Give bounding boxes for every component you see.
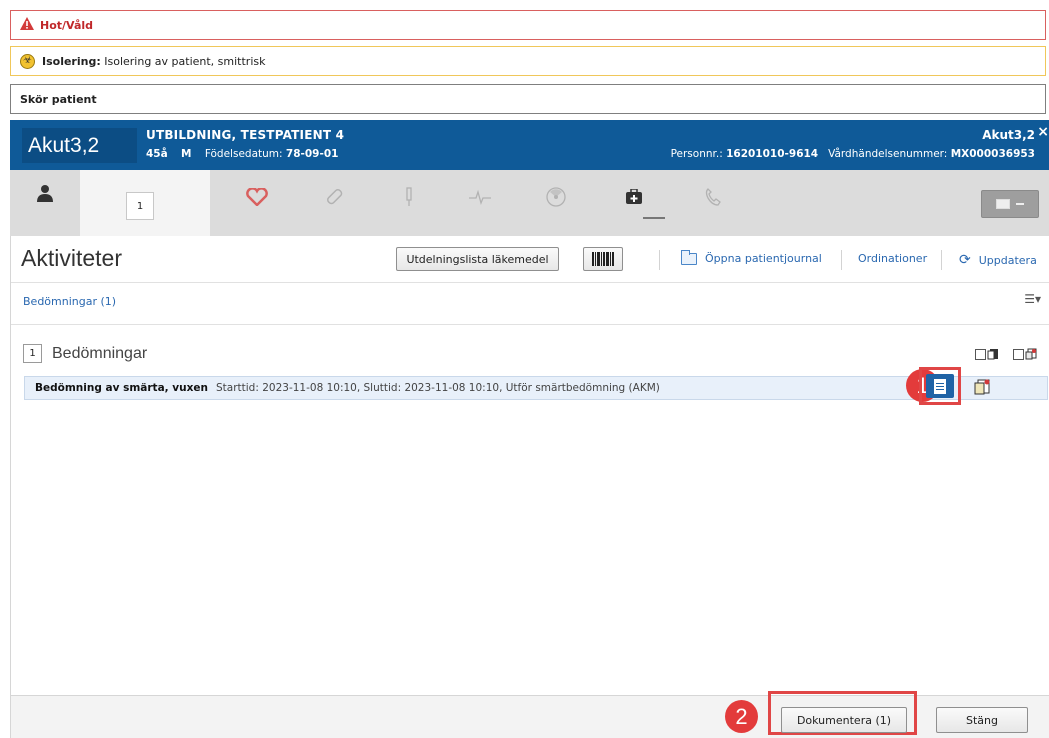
ordinationer-link[interactable]: Ordinationer [858, 252, 927, 265]
uppdatera-link[interactable]: ⟳ Uppdatera [959, 252, 1037, 268]
select-all-documents[interactable] [975, 348, 999, 360]
checkbox[interactable] [975, 348, 986, 360]
tray-icon [996, 199, 1010, 209]
page-title: Aktiviteter [21, 245, 122, 271]
biohazard-icon: ☣ [20, 53, 35, 69]
document-stack-icon [987, 349, 998, 360]
alert-isolering[interactable]: ☣ Isolering: Isolering av patient, smitt… [10, 46, 1046, 76]
divider [11, 282, 1049, 283]
group-label: Bedömningar [52, 344, 148, 362]
tab-aktiviteter[interactable]: 1 [80, 170, 210, 236]
activity-row[interactable]: Bedömning av smärta, vuxen Starttid: 202… [24, 376, 1048, 400]
unit-right: Akut3,2 [982, 128, 1035, 142]
patient-sex: M [181, 148, 192, 160]
select-all-copies[interactable] [1013, 348, 1037, 360]
patient-age: 45å [146, 148, 168, 160]
alert-skor-patient[interactable]: Skör patient [10, 84, 1046, 114]
unit-box: Akut3,2 [22, 128, 137, 163]
medkit-icon[interactable] [619, 182, 649, 212]
utdelningslista-button[interactable]: Utdelningslista läkemedel [396, 247, 559, 271]
group-header: 1 Bedömningar [23, 344, 147, 363]
folder-icon [681, 249, 697, 265]
document-activity-button[interactable] [926, 374, 954, 398]
alert-iso-text: Isolering av patient, smittrisk [104, 54, 266, 68]
close-icon[interactable]: × [1037, 124, 1049, 140]
patient-ids: Personnr.: 16201010-9614 Vårdhändelsenum… [671, 148, 1035, 160]
pnr-label: Personnr.: [670, 148, 723, 160]
tab-bar: 1 [10, 170, 1049, 236]
group-actions [975, 348, 1037, 360]
refresh-icon: ⟳ [959, 252, 971, 268]
dob-label: Födelsedatum: [204, 148, 283, 160]
warning-icon [20, 17, 34, 33]
barcode-icon [592, 252, 614, 266]
vhn-label: Vårdhändelsenummer: [828, 148, 948, 160]
activities-panel: Aktiviteter Utdelningslista läkemedel Öp… [10, 236, 1049, 738]
document-icon [934, 378, 946, 394]
activity-details: Starttid: 2023-11-08 10:10, Sluttid: 202… [216, 382, 660, 394]
syringe-icon[interactable] [394, 182, 424, 212]
patient-subinfo: 45å M Födelsedatum: 78-09-01 [146, 148, 338, 160]
uppdatera-label: Uppdatera [978, 253, 1037, 267]
vhn-value: MX000036953 [950, 148, 1035, 160]
divider [11, 324, 1049, 325]
minimize-panel-button[interactable] [981, 190, 1039, 218]
open-journal-link[interactable]: Öppna patientjournal [681, 249, 822, 265]
tab-person[interactable] [10, 170, 80, 236]
dokumentera-button[interactable]: Dokumentera (1) [781, 707, 907, 733]
copy-document-button[interactable] [971, 376, 993, 398]
radiation-icon[interactable] [541, 182, 571, 212]
group-count: 1 [23, 344, 42, 363]
ecg-icon[interactable] [465, 182, 495, 212]
patient-name: UTBILDNING, TESTPATIENT 4 [146, 128, 345, 142]
minus-icon [1016, 203, 1024, 205]
patient-header: Akut3,2 UTBILDNING, TESTPATIENT 4 45å M … [10, 120, 1049, 170]
dob-value: 78-09-01 [285, 148, 339, 160]
checkbox[interactable] [1013, 348, 1024, 360]
tab-active-count: 1 [126, 192, 154, 220]
list-menu-icon[interactable]: ☰▾ [1024, 292, 1041, 306]
heart-icon[interactable] [242, 182, 272, 212]
phone-icon[interactable] [698, 182, 728, 212]
toolbar-divider [841, 250, 842, 270]
bedomningar-filter-link[interactable]: Bedömningar (1) [23, 295, 116, 308]
open-journal-label: Öppna patientjournal [705, 252, 822, 265]
stang-button[interactable]: Stäng [936, 707, 1028, 733]
ordinationer-label: Ordinationer [858, 252, 928, 265]
alert-hot-label: Hot/Våld [40, 18, 94, 32]
bandage-icon[interactable] [320, 182, 350, 212]
copy-document-icon [1025, 348, 1037, 360]
copy-document-icon [974, 379, 990, 395]
annotation-badge-2: 2 [725, 700, 758, 733]
toolbar-divider [941, 250, 942, 270]
person-icon [37, 185, 53, 202]
toolbar-divider [659, 250, 660, 270]
alert-hot-vald[interactable]: Hot/Våld [10, 10, 1046, 40]
alert-skor-label: Skör patient [20, 92, 97, 106]
tab-underline [643, 217, 665, 219]
barcode-button[interactable] [583, 247, 623, 271]
alert-iso-label: Isolering: [42, 54, 101, 68]
activity-title: Bedömning av smärta, vuxen [35, 382, 208, 394]
pnr-value: 16201010-9614 [726, 148, 819, 160]
